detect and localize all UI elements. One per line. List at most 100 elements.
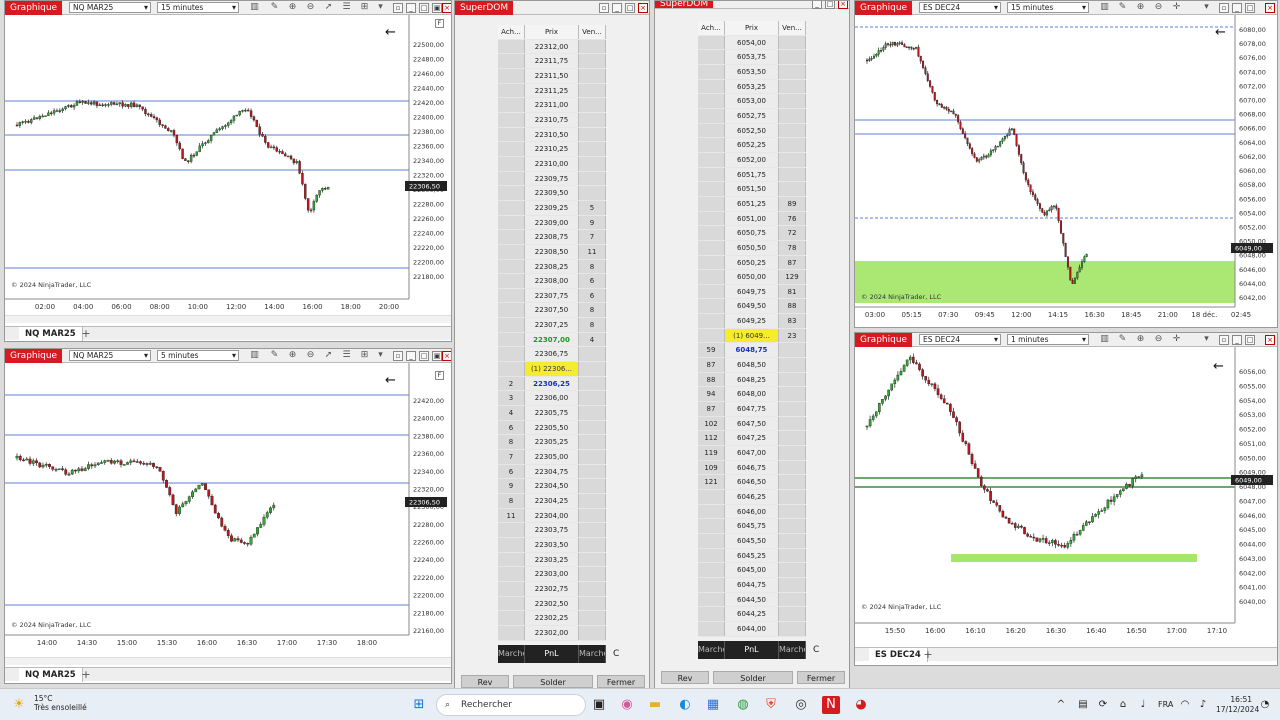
ask-cell[interactable] bbox=[579, 83, 606, 98]
minimize-button[interactable]: _ bbox=[406, 351, 416, 361]
bid-cell[interactable] bbox=[698, 152, 725, 167]
add-tab-button[interactable]: + bbox=[921, 648, 935, 662]
price-cell[interactable]: 22307,75 bbox=[525, 288, 579, 303]
price-cell[interactable]: 6044,25 bbox=[725, 607, 779, 621]
price-cell[interactable]: 6046,25 bbox=[725, 490, 779, 504]
price-ladder[interactable]: Ach... Prix Ven... 6054,00 6053,75 6053,50 605… bbox=[698, 21, 806, 637]
ask-cell[interactable] bbox=[579, 376, 606, 391]
ladder-row[interactable]: 6045,00 bbox=[698, 563, 806, 578]
bid-cell[interactable]: 121 bbox=[698, 475, 725, 489]
bid-cell[interactable] bbox=[498, 318, 525, 332]
bid-cell[interactable] bbox=[498, 347, 525, 362]
price-cell[interactable]: 22304,00 bbox=[525, 508, 579, 523]
ladder-row[interactable]: 7 22305,00 bbox=[498, 450, 606, 465]
tile-button[interactable]: ▫ bbox=[599, 3, 609, 13]
ask-cell[interactable] bbox=[779, 504, 806, 519]
price-cell[interactable]: 6054,00 bbox=[725, 35, 779, 50]
price-cell[interactable]: 6045,25 bbox=[725, 548, 779, 563]
ladder-row[interactable]: 119 6047,00 bbox=[698, 446, 806, 461]
ladder-row[interactable]: 109 6046,75 bbox=[698, 460, 806, 476]
bid-header[interactable]: Ach... bbox=[498, 25, 525, 39]
ask-cell[interactable] bbox=[579, 112, 606, 127]
ask-cell[interactable] bbox=[579, 611, 606, 625]
price-cell[interactable]: 6044,75 bbox=[725, 577, 779, 592]
ask-cell[interactable] bbox=[579, 142, 606, 156]
price-cell[interactable]: 6051,50 bbox=[725, 182, 779, 196]
market-sell-button[interactable]: Marche bbox=[779, 641, 806, 659]
price-cell[interactable]: 22305,75 bbox=[525, 406, 579, 420]
ask-cell[interactable] bbox=[779, 402, 806, 416]
bid-cell[interactable] bbox=[498, 200, 525, 215]
ask-cell[interactable]: 78 bbox=[779, 240, 806, 255]
ladder-row[interactable]: 6052,25 bbox=[698, 138, 806, 153]
price-chart[interactable]: 6056,00 6055,00 6054,00 6053,00 6052,00 6051,… bbox=[855, 347, 1277, 647]
flatten-button[interactable]: Solder bbox=[513, 675, 593, 688]
ladder-row[interactable]: 22303,50 bbox=[498, 537, 606, 553]
ask-cell[interactable]: 76 bbox=[779, 211, 806, 226]
close-button[interactable]: × bbox=[442, 3, 451, 13]
ask-cell[interactable] bbox=[779, 182, 806, 196]
ask-cell[interactable] bbox=[579, 391, 606, 406]
ladder-row[interactable]: 88 6048,25 bbox=[698, 372, 806, 388]
bid-cell[interactable] bbox=[498, 98, 525, 112]
instrument-select[interactable]: ES DEC24 bbox=[919, 2, 1001, 13]
ladder-row[interactable]: 22310,25 bbox=[498, 142, 606, 157]
bid-cell[interactable] bbox=[498, 611, 525, 625]
back-arrow-icon[interactable]: ← bbox=[1215, 25, 1226, 40]
window-title[interactable]: Graphique bbox=[5, 1, 63, 15]
bid-cell[interactable]: 88 bbox=[698, 372, 725, 387]
price-cell[interactable]: 6050,00 bbox=[725, 270, 779, 284]
reverse-button[interactable]: Rev bbox=[461, 675, 509, 688]
ask-cell[interactable] bbox=[579, 54, 606, 68]
ask-cell[interactable]: 8 bbox=[579, 303, 606, 318]
bid-cell[interactable] bbox=[698, 490, 725, 504]
ladder-row[interactable]: 22307,50 8 bbox=[498, 303, 606, 319]
bid-cell[interactable]: 119 bbox=[698, 446, 725, 460]
price-cell[interactable]: 22309,75 bbox=[525, 171, 579, 186]
ladder-row[interactable]: 6053,00 bbox=[698, 94, 806, 109]
price-cell[interactable]: 6049,75 bbox=[725, 284, 779, 299]
zoom-out-icon[interactable]: ⊖ bbox=[305, 2, 316, 13]
price-cell[interactable]: 6053,50 bbox=[725, 64, 779, 79]
tab-nq-mar25[interactable]: NQ MAR25 bbox=[19, 668, 83, 682]
bid-cell[interactable]: 102 bbox=[698, 416, 725, 431]
price-cell[interactable]: 6045,50 bbox=[725, 533, 779, 548]
ask-cell[interactable] bbox=[779, 64, 806, 79]
task-view-icon[interactable]: ▣ bbox=[590, 696, 608, 714]
price-cell[interactable]: 6046,50 bbox=[725, 475, 779, 489]
ladder-row[interactable]: 6045,25 bbox=[698, 548, 806, 564]
ladder-row[interactable]: 22311,75 bbox=[498, 54, 606, 69]
ask-cell[interactable] bbox=[579, 552, 606, 567]
bar-type-icon[interactable]: ▥ bbox=[249, 350, 260, 361]
ninjatrader-icon[interactable]: N bbox=[822, 696, 840, 714]
maximize-button[interactable]: □ bbox=[825, 1, 835, 9]
ask-cell[interactable]: 81 bbox=[779, 284, 806, 299]
ladder-row[interactable]: 6053,75 bbox=[698, 50, 806, 65]
pnl-display[interactable]: PnL bbox=[525, 645, 579, 663]
price-cell[interactable]: 6047,75 bbox=[725, 402, 779, 416]
market-sell-button[interactable]: Marche bbox=[579, 645, 606, 663]
bid-cell[interactable]: 11 bbox=[498, 508, 525, 523]
tab-nq-mar25[interactable]: NQ MAR25 bbox=[19, 327, 83, 341]
ask-cell[interactable]: 6 bbox=[579, 288, 606, 303]
ladder-row[interactable]: (1) 6049... 23 bbox=[698, 328, 806, 344]
ask-cell[interactable] bbox=[779, 592, 806, 607]
price-cell[interactable]: 22304,50 bbox=[525, 479, 579, 493]
price-cell[interactable]: 6052,00 bbox=[725, 152, 779, 167]
zoom-out-icon[interactable]: ⊖ bbox=[1153, 334, 1164, 345]
close-button[interactable]: × bbox=[1265, 3, 1275, 13]
ask-cell[interactable] bbox=[779, 416, 806, 431]
price-cell[interactable]: 22308,00 bbox=[525, 274, 579, 288]
price-cell[interactable]: 6051,00 bbox=[725, 211, 779, 226]
bid-cell[interactable]: 3 bbox=[498, 391, 525, 406]
price-cell[interactable]: 6052,75 bbox=[725, 108, 779, 123]
bid-cell[interactable] bbox=[498, 537, 525, 552]
ladder-row[interactable]: 6046,25 bbox=[698, 490, 806, 505]
ladder-row[interactable]: 22309,25 5 bbox=[498, 200, 606, 216]
price-cell[interactable]: 6047,50 bbox=[725, 416, 779, 431]
flatten-button[interactable]: Solder bbox=[713, 671, 793, 684]
ladder-row[interactable]: 6045,50 bbox=[698, 533, 806, 549]
ladder-row[interactable]: 6044,75 bbox=[698, 577, 806, 593]
window-title[interactable]: Graphique bbox=[855, 1, 913, 15]
ladder-row[interactable]: 6052,00 bbox=[698, 152, 806, 168]
